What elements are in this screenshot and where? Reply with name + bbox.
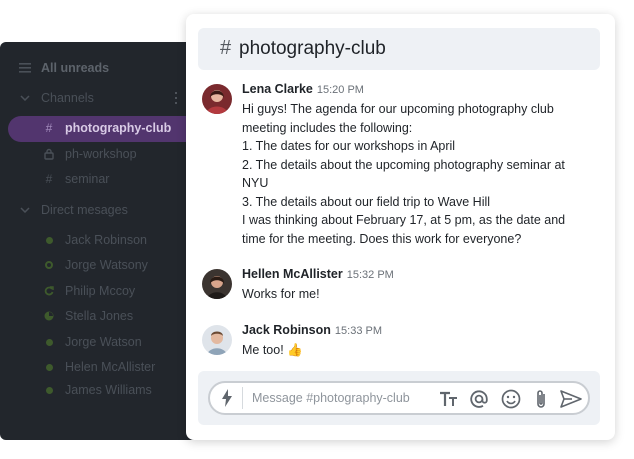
chat-panel: # photography-club Lena Clarke 15:20 PM H… bbox=[186, 14, 615, 440]
avatar[interactable] bbox=[202, 84, 232, 114]
message-placeholder[interactable]: Message #photography-club bbox=[252, 391, 410, 405]
online-status-icon bbox=[42, 383, 56, 397]
message-line: 1. The dates for our workshops in April bbox=[242, 139, 456, 153]
divider bbox=[242, 387, 243, 409]
dm-item[interactable]: Helen McAllister bbox=[0, 355, 200, 379]
avatar[interactable] bbox=[202, 269, 232, 299]
dm-item[interactable]: Jack Robinson bbox=[0, 228, 200, 252]
sidebar: All unreads Channels # photography-club … bbox=[0, 42, 200, 440]
channel-label: photography-club bbox=[65, 121, 172, 135]
message-author[interactable]: Lena Clarke 15:20 PM bbox=[242, 82, 364, 96]
text-format-icon[interactable] bbox=[438, 388, 460, 410]
message-body: Me too! 👍 bbox=[242, 341, 587, 360]
channels-label: Channels bbox=[41, 91, 94, 105]
channels-section-header[interactable]: Channels bbox=[0, 86, 200, 110]
message-body: Works for me! bbox=[242, 285, 587, 304]
message-body: Hi guys! The agenda for our upcoming pho… bbox=[242, 100, 587, 248]
channel-label: ph-workshop bbox=[65, 147, 137, 161]
sync-status-icon bbox=[42, 284, 56, 298]
channel-label: seminar bbox=[65, 172, 110, 186]
online-status-icon bbox=[42, 233, 56, 247]
bolt-icon[interactable] bbox=[220, 389, 234, 407]
dm-label: Jorge Watsony bbox=[65, 258, 148, 272]
sidebar-item-seminar[interactable]: # seminar bbox=[0, 167, 200, 191]
sidebar-item-ph-workshop[interactable]: ph-workshop bbox=[0, 142, 200, 166]
message-line: time for the meeting. Does this work for… bbox=[242, 231, 522, 246]
all-unreads-item[interactable]: All unreads bbox=[0, 56, 200, 80]
dm-label: Jack Robinson bbox=[65, 233, 147, 247]
attachment-icon[interactable] bbox=[530, 388, 552, 410]
dm-label: Stella Jones bbox=[65, 309, 134, 323]
message-line: Me too! 👍 bbox=[242, 343, 303, 357]
dm-item[interactable]: Jorge Watsony bbox=[0, 253, 200, 277]
dm-item[interactable]: James Williams bbox=[0, 378, 200, 402]
sidebar-item-photography-club[interactable]: # photography-club bbox=[0, 116, 200, 140]
more-options-icon[interactable] bbox=[174, 92, 178, 104]
direct-messages-section-header[interactable]: Direct mesages bbox=[0, 198, 200, 222]
hash-icon: # bbox=[45, 172, 53, 186]
dm-label: Jorge Watson bbox=[65, 335, 142, 349]
online-status-icon bbox=[42, 360, 56, 374]
message-line: NYU bbox=[242, 176, 269, 190]
message-author[interactable]: Jack Robinson 15:33 PM bbox=[242, 323, 382, 337]
composer-area: Message #photography-club bbox=[198, 371, 600, 425]
message-line: 2. The details about the upcoming photog… bbox=[242, 157, 565, 172]
author-name[interactable]: Jack Robinson bbox=[242, 323, 331, 337]
chevron-down-icon bbox=[18, 91, 32, 105]
message-time: 15:33 PM bbox=[334, 325, 383, 337]
chevron-down-icon bbox=[18, 203, 32, 217]
author-name[interactable]: Lena Clarke bbox=[242, 82, 313, 96]
list-icon bbox=[18, 61, 32, 75]
channel-header: # photography-club bbox=[198, 28, 600, 70]
all-unreads-label: All unreads bbox=[41, 61, 110, 75]
message-time: 15:20 PM bbox=[316, 84, 364, 96]
message-input[interactable]: Message #photography-club bbox=[208, 381, 590, 415]
dm-label: Philip Mccoy bbox=[65, 284, 136, 298]
lock-icon bbox=[42, 147, 56, 161]
busy-status-icon bbox=[42, 309, 56, 323]
send-icon[interactable] bbox=[560, 388, 582, 410]
channel-title: photography-club bbox=[239, 38, 386, 59]
direct-messages-label: Direct mesages bbox=[41, 203, 128, 217]
message-line: Works for me! bbox=[242, 287, 320, 301]
dm-item[interactable]: Philip Mccoy bbox=[0, 279, 200, 303]
message-line: Hi guys! The agenda for our upcoming pho… bbox=[242, 102, 554, 116]
dm-item[interactable]: Jorge Watson bbox=[0, 330, 200, 354]
hash-icon: # bbox=[220, 37, 232, 59]
dm-label: James Williams bbox=[65, 383, 152, 397]
dm-label: Helen McAllister bbox=[65, 360, 156, 374]
author-name[interactable]: Hellen McAllister bbox=[242, 267, 343, 281]
message-line: 3. The details about our field trip to W… bbox=[242, 194, 491, 209]
message-time: 15:32 PM bbox=[346, 269, 394, 281]
hash-icon: # bbox=[45, 121, 53, 135]
online-status-icon bbox=[42, 335, 56, 349]
away-status-icon bbox=[42, 258, 56, 272]
avatar[interactable] bbox=[202, 325, 232, 355]
dm-item[interactable]: Stella Jones bbox=[0, 304, 200, 328]
mention-icon[interactable] bbox=[468, 388, 490, 410]
message-author[interactable]: Hellen McAllister 15:32 PM bbox=[242, 267, 394, 281]
emoji-icon[interactable] bbox=[500, 388, 522, 410]
message-line: I was thinking about February 17, at 5 p… bbox=[242, 213, 566, 227]
message-line: meeting includes the following: bbox=[242, 120, 413, 135]
